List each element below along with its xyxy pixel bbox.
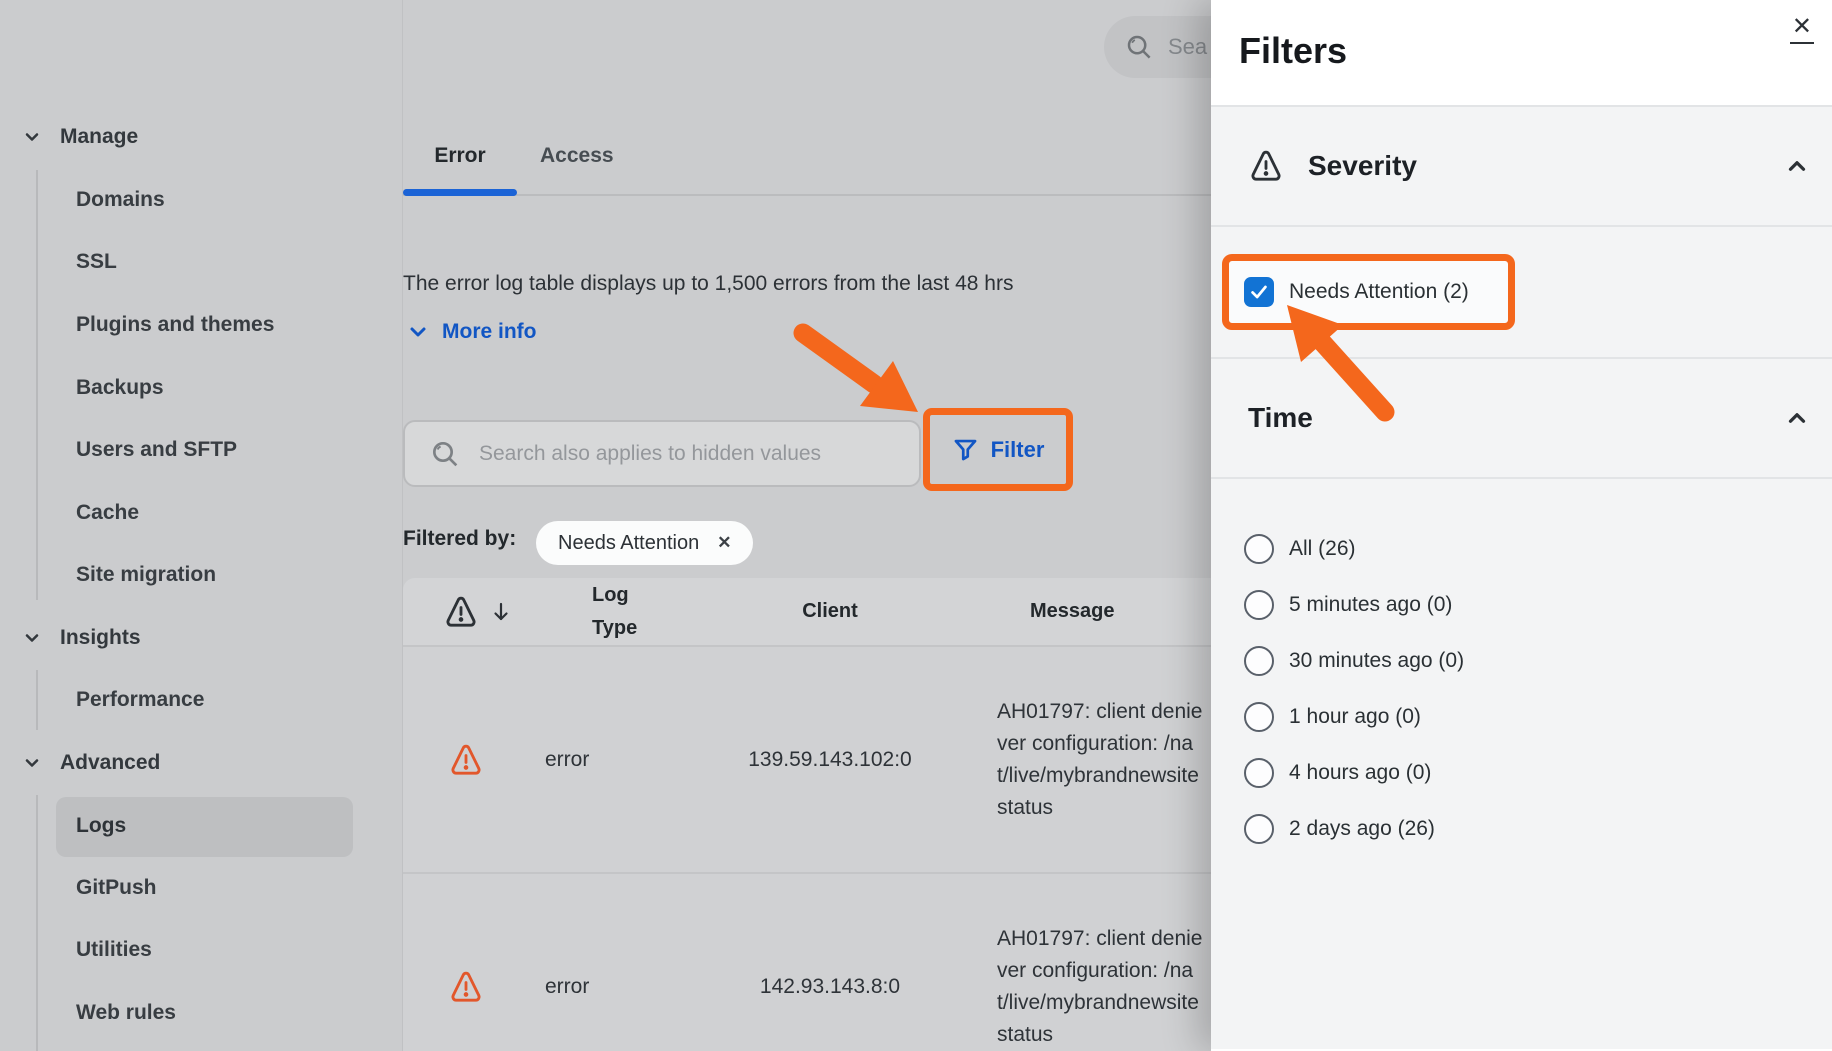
cell-log-type: error	[520, 874, 680, 1051]
needs-attention-label: Needs Attention (2)	[1289, 280, 1469, 304]
chevron-down-icon	[22, 753, 42, 773]
filter-button[interactable]: Filter	[991, 437, 1045, 463]
sidebar-section-insights[interactable]: Insights	[0, 616, 403, 660]
cell-client: 142.93.143.8:0	[680, 874, 980, 1051]
sort-descending-icon[interactable]	[489, 600, 513, 624]
warning-icon	[448, 742, 484, 778]
chevron-up-icon	[1784, 153, 1810, 179]
column-header-client[interactable]: Client	[680, 578, 980, 645]
radio-option-30-minutes[interactable]: 30 minutes ago (0)	[1244, 633, 1464, 689]
sidebar-item-users-sftp[interactable]: Users and SFTP	[0, 428, 403, 472]
warning-icon	[1248, 148, 1284, 184]
sidebar-item-gitpush[interactable]: GitPush	[0, 866, 403, 910]
radio-icon	[1244, 534, 1274, 564]
needs-attention-checkbox[interactable]	[1244, 277, 1274, 307]
chevron-up-icon	[1784, 405, 1810, 431]
close-icon[interactable]: ✕	[1790, 12, 1814, 44]
radio-option-all[interactable]: All (26)	[1244, 521, 1356, 577]
radio-option-4-hours[interactable]: 4 hours ago (0)	[1244, 745, 1431, 801]
search-icon	[429, 438, 461, 470]
severity-section-header[interactable]: Severity	[1211, 105, 1832, 225]
radio-icon	[1244, 646, 1274, 676]
sidebar-item-web-rules[interactable]: Web rules	[0, 991, 403, 1035]
active-tab-underline	[403, 189, 517, 196]
radio-option-5-minutes[interactable]: 5 minutes ago (0)	[1244, 577, 1452, 633]
log-search-input[interactable]: Search also applies to hidden values	[403, 420, 921, 487]
search-icon	[1124, 32, 1154, 62]
warning-icon	[448, 969, 484, 1005]
sidebar-item-performance[interactable]: Performance	[0, 678, 403, 722]
radio-option-2-days[interactable]: 2 days ago (26)	[1244, 801, 1435, 857]
log-search-placeholder: Search also applies to hidden values	[479, 442, 821, 466]
filtered-by-label: Filtered by:	[403, 527, 516, 551]
sidebar: Manage Domains SSL Plugins and themes Ba…	[0, 0, 403, 1051]
filter-chip-needs-attention[interactable]: Needs Attention ✕	[536, 521, 753, 565]
sidebar-section-manage[interactable]: Manage	[0, 115, 403, 159]
radio-icon	[1244, 590, 1274, 620]
tab-error[interactable]: Error	[403, 144, 517, 174]
sidebar-item-site-migration[interactable]: Site migration	[0, 553, 403, 597]
app-screen: Sea Manage Domains SSL Plugins and theme…	[0, 0, 1832, 1051]
column-header-log-type[interactable]: LogType	[520, 578, 680, 645]
sidebar-item-plugins-themes[interactable]: Plugins and themes	[0, 303, 403, 347]
sidebar-item-logs[interactable]: Logs	[0, 804, 403, 848]
more-info-link[interactable]: More info	[406, 320, 537, 344]
radio-icon	[1244, 814, 1274, 844]
cell-log-type: error	[520, 647, 680, 872]
arrow-to-filter-button	[803, 333, 918, 412]
time-options: All (26) 5 minutes ago (0) 30 minutes ag…	[1211, 477, 1832, 1049]
filters-title: Filters	[1239, 30, 1347, 72]
filters-panel-header: Filters ✕	[1211, 0, 1832, 105]
sidebar-item-utilities[interactable]: Utilities	[0, 928, 403, 972]
warning-icon	[443, 594, 479, 630]
sidebar-section-advanced[interactable]: Advanced	[0, 741, 403, 785]
radio-icon	[1244, 702, 1274, 732]
sidebar-item-ssl[interactable]: SSL	[0, 240, 403, 284]
funnel-icon	[952, 436, 979, 463]
check-icon	[1248, 281, 1270, 303]
sidebar-item-backups[interactable]: Backups	[0, 366, 403, 410]
filters-panel: Filters ✕ Severity Needs Attention (2) T…	[1211, 0, 1832, 1051]
chip-remove-icon[interactable]: ✕	[717, 533, 731, 553]
filter-button-annotation-box: Filter	[923, 408, 1073, 491]
log-info-text: The error log table displays up to 1,500…	[403, 272, 1013, 296]
severity-options: Needs Attention (2)	[1211, 225, 1832, 357]
cell-client: 139.59.143.102:0	[680, 647, 980, 872]
sidebar-item-cache[interactable]: Cache	[0, 491, 403, 535]
chevron-down-icon	[22, 127, 42, 147]
radio-icon	[1244, 758, 1274, 788]
chevron-down-icon	[22, 628, 42, 648]
global-search-placeholder: Sea	[1168, 34, 1207, 60]
checkbox-annotation-box: Needs Attention (2)	[1222, 254, 1515, 330]
time-section-header[interactable]: Time	[1211, 357, 1832, 477]
sidebar-item-domains[interactable]: Domains	[0, 178, 403, 222]
chevron-down-icon	[406, 320, 430, 344]
tab-access[interactable]: Access	[540, 144, 614, 174]
radio-option-1-hour[interactable]: 1 hour ago (0)	[1244, 689, 1421, 745]
